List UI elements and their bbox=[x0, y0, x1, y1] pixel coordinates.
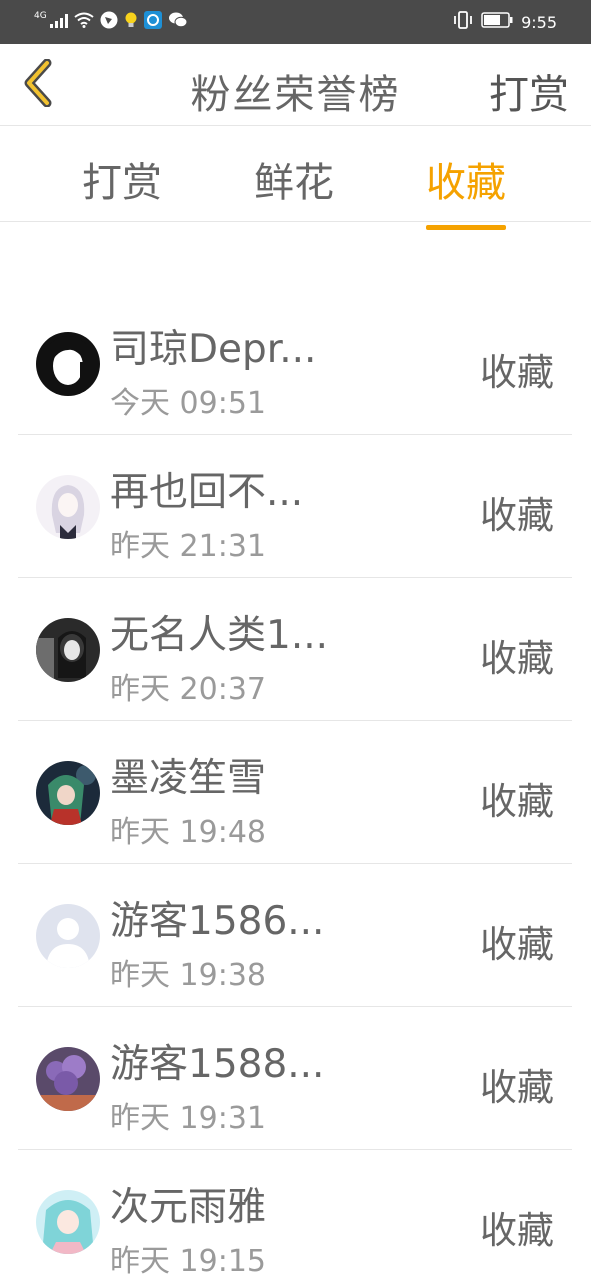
fan-name: 次元雨雅 bbox=[110, 1185, 267, 1230]
wechat-icon bbox=[168, 11, 188, 33]
list-item[interactable]: 无名人类1... 昨天 20:37 收藏 bbox=[18, 578, 572, 721]
avatar bbox=[36, 332, 100, 396]
fan-time: 昨天 19:48 bbox=[110, 815, 266, 850]
network-type: 4G bbox=[34, 11, 47, 21]
reward-button[interactable]: 打赏 bbox=[489, 62, 569, 120]
fan-name: 游客1586... bbox=[110, 899, 325, 944]
fan-list: 司琼Depr... 今天 09:51 收藏 再也回不... 昨天 21:31 收… bbox=[18, 292, 572, 1280]
tab-favorites[interactable]: 收藏 bbox=[426, 150, 506, 230]
avatar bbox=[36, 1190, 100, 1254]
fan-time: 今天 09:51 bbox=[110, 386, 266, 421]
status-right: 9:55 bbox=[453, 10, 557, 34]
fan-name: 司琼Depr... bbox=[110, 327, 317, 372]
fan-action: 收藏 bbox=[480, 1209, 554, 1252]
wifi-icon bbox=[74, 12, 94, 32]
signal-icon bbox=[49, 13, 68, 32]
fan-name: 再也回不... bbox=[110, 470, 304, 515]
bulb-icon bbox=[124, 11, 138, 33]
fan-name: 无名人类1... bbox=[110, 613, 329, 658]
tab-label: 鲜花 bbox=[254, 160, 334, 206]
app-icon-1 bbox=[100, 11, 118, 33]
tab-label: 收藏 bbox=[426, 160, 506, 206]
fan-action: 收藏 bbox=[480, 494, 554, 537]
active-tab-indicator bbox=[426, 225, 506, 230]
avatar bbox=[36, 761, 100, 825]
tab-label: 打赏 bbox=[82, 160, 162, 206]
tab-bar: 打赏 鲜花 收藏 bbox=[0, 126, 591, 230]
fan-action: 收藏 bbox=[480, 351, 554, 394]
avatar bbox=[36, 618, 100, 682]
tab-flowers[interactable]: 鲜花 bbox=[254, 150, 334, 208]
avatar bbox=[36, 904, 100, 968]
list-item[interactable]: 次元雨雅 昨天 19:15 收藏 bbox=[18, 1150, 572, 1280]
list-item[interactable]: 司琼Depr... 今天 09:51 收藏 bbox=[18, 292, 572, 435]
fan-time: 昨天 19:38 bbox=[110, 958, 266, 993]
list-item[interactable]: 游客1586... 昨天 19:38 收藏 bbox=[18, 864, 572, 1007]
fan-time: 昨天 19:15 bbox=[110, 1244, 266, 1279]
fan-action: 收藏 bbox=[480, 923, 554, 966]
tab-reward[interactable]: 打赏 bbox=[82, 150, 162, 208]
list-item[interactable]: 游客1588... 昨天 19:31 收藏 bbox=[18, 1007, 572, 1150]
title-bar: 粉丝荣誉榜 打赏 bbox=[0, 44, 591, 126]
status-bar: 4G 9:55 bbox=[0, 0, 591, 44]
avatar bbox=[36, 1047, 100, 1111]
fan-time: 昨天 21:31 bbox=[110, 529, 266, 564]
app-icon-2 bbox=[143, 11, 162, 33]
status-left: 4G bbox=[34, 10, 188, 34]
vibrate-icon bbox=[453, 11, 473, 33]
fan-name: 墨凌笙雪 bbox=[110, 756, 267, 801]
list-item[interactable]: 再也回不... 昨天 21:31 收藏 bbox=[18, 435, 572, 578]
fan-name: 游客1588... bbox=[110, 1042, 325, 1087]
fan-action: 收藏 bbox=[480, 780, 554, 823]
fan-action: 收藏 bbox=[480, 637, 554, 680]
fan-action: 收藏 bbox=[480, 1066, 554, 1109]
avatar bbox=[36, 475, 100, 539]
clock: 9:55 bbox=[521, 12, 557, 32]
fan-time: 昨天 20:37 bbox=[110, 672, 266, 707]
battery-icon bbox=[481, 12, 513, 32]
fan-time: 昨天 19:31 bbox=[110, 1101, 266, 1136]
list-item[interactable]: 墨凌笙雪 昨天 19:48 收藏 bbox=[18, 721, 572, 864]
